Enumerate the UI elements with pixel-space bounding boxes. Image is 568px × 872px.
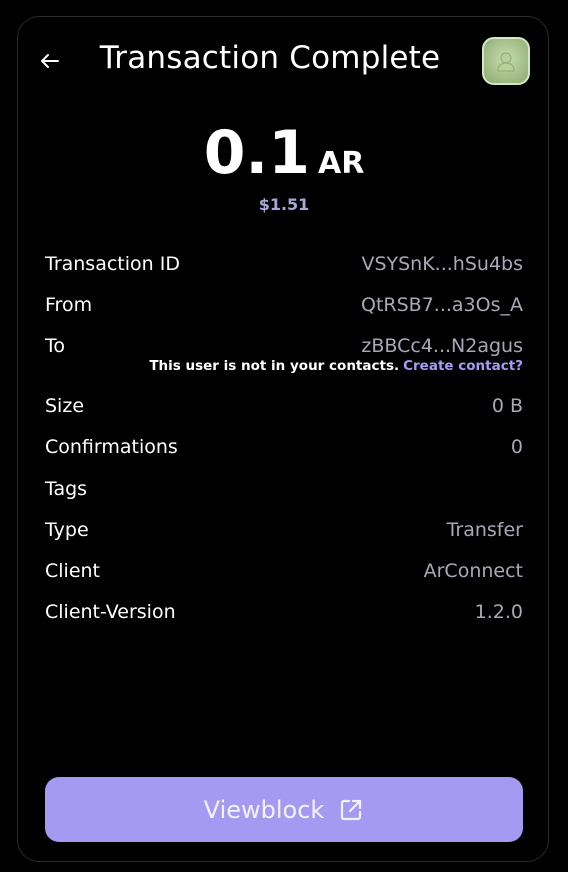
- transaction-amount: 0.1 AR: [0, 118, 568, 188]
- contact-notice-text: This user is not in your contacts.: [149, 358, 400, 374]
- detail-row-confirmations: Confirmations 0: [45, 433, 523, 461]
- detail-label: Size: [45, 395, 85, 417]
- detail-label: From: [45, 294, 93, 316]
- detail-row-type: Type Transfer: [45, 516, 523, 544]
- detail-value[interactable]: VSYSnK...hSu4bs: [361, 253, 523, 275]
- page-title: Transaction Complete: [99, 40, 441, 76]
- amount-unit: AR: [317, 146, 365, 181]
- detail-value: ArConnect: [423, 560, 523, 582]
- detail-value[interactable]: QtRSB7...a3Os_A: [361, 294, 523, 316]
- detail-row-from: From QtRSB7...a3Os_A: [45, 291, 523, 319]
- detail-value: 0 B: [491, 395, 523, 417]
- amount-value: 0.1: [203, 118, 310, 188]
- user-avatar-icon: [497, 52, 515, 72]
- detail-label: To: [45, 335, 66, 357]
- detail-label: Client: [45, 560, 101, 582]
- detail-label: Transaction ID: [45, 253, 180, 275]
- detail-label: Tags: [45, 478, 88, 500]
- detail-row-client: Client ArConnect: [45, 557, 523, 585]
- viewblock-button[interactable]: Viewblock: [45, 777, 523, 842]
- contact-notice: This user is not in your contacts. Create…: [45, 358, 523, 374]
- detail-row-transaction-id: Transaction ID VSYSnK...hSu4bs: [45, 250, 523, 278]
- detail-value: 0: [510, 436, 523, 458]
- detail-value: Transfer: [446, 519, 523, 541]
- detail-label: Type: [45, 519, 89, 541]
- avatar[interactable]: [482, 37, 530, 85]
- detail-value[interactable]: zBBCc4...N2agus: [361, 335, 523, 357]
- arrow-left-icon: [41, 54, 59, 68]
- detail-value: 1.2.0: [474, 601, 523, 623]
- detail-label: Client-Version: [45, 601, 176, 623]
- create-contact-link[interactable]: Create contact?: [403, 358, 523, 374]
- detail-row-tags: Tags: [45, 475, 523, 503]
- back-button[interactable]: [38, 46, 62, 76]
- detail-row-client-version: Client-Version 1.2.0: [45, 598, 523, 626]
- external-link-icon: [338, 797, 364, 823]
- detail-row-to: To zBBCc4...N2agus: [45, 332, 523, 360]
- viewblock-button-label: Viewblock: [203, 795, 325, 824]
- detail-label: Confirmations: [45, 436, 178, 458]
- detail-row-size: Size 0 B: [45, 392, 523, 420]
- fiat-value: $1.51: [258, 195, 310, 214]
